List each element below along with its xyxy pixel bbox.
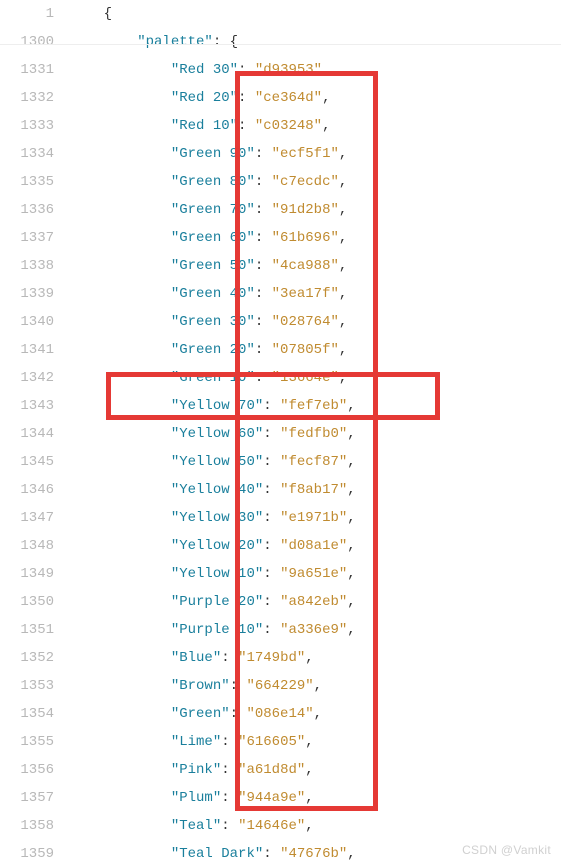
line-number: 1358 bbox=[0, 812, 70, 840]
code-line: 1354 "Green": "086e14", bbox=[0, 700, 561, 728]
line-number: 1343 bbox=[0, 392, 70, 420]
code-content: "Green 40": "3ea17f", bbox=[70, 280, 561, 308]
line-number: 1337 bbox=[0, 224, 70, 252]
code-line: 1333 "Red 10": "c03248", bbox=[0, 112, 561, 140]
code-line: 1331 "Red 30": "d93953", bbox=[0, 56, 561, 84]
code-content: "Red 20": "ce364d", bbox=[70, 84, 561, 112]
line-number: 1359 bbox=[0, 840, 70, 868]
line-number: 1341 bbox=[0, 336, 70, 364]
code-line: 1349 "Yellow 10": "9a651e", bbox=[0, 560, 561, 588]
code-content: "Yellow 60": "fedfb0", bbox=[70, 420, 561, 448]
line-number: 1336 bbox=[0, 196, 70, 224]
code-content: "Purple 10": "a336e9", bbox=[70, 616, 561, 644]
gutter-divider bbox=[0, 44, 561, 45]
line-number: 1300 bbox=[0, 28, 70, 56]
code-line: 1351 "Purple 10": "a336e9", bbox=[0, 616, 561, 644]
line-number: 1334 bbox=[0, 140, 70, 168]
code-content: "Green 20": "07805f", bbox=[70, 336, 561, 364]
code-line: 1352 "Blue": "1749bd", bbox=[0, 644, 561, 672]
line-number: 1352 bbox=[0, 644, 70, 672]
watermark: CSDN @Vamkit bbox=[462, 843, 551, 857]
code-content: "Yellow 50": "fecf87", bbox=[70, 448, 561, 476]
code-content: "Pink": "a61d8d", bbox=[70, 756, 561, 784]
code-content: "Teal": "14646e", bbox=[70, 812, 561, 840]
code-content: "Green": "086e14", bbox=[70, 700, 561, 728]
code-line: 1334 "Green 90": "ecf5f1", bbox=[0, 140, 561, 168]
code-line: 1345 "Yellow 50": "fecf87", bbox=[0, 448, 561, 476]
code-content: "Green 70": "91d2b8", bbox=[70, 196, 561, 224]
code-line: 1358 "Teal": "14646e", bbox=[0, 812, 561, 840]
code-line: 1344 "Yellow 60": "fedfb0", bbox=[0, 420, 561, 448]
code-line: 1336 "Green 70": "91d2b8", bbox=[0, 196, 561, 224]
line-number: 1340 bbox=[0, 308, 70, 336]
line-number: 1339 bbox=[0, 280, 70, 308]
line-number: 1346 bbox=[0, 476, 70, 504]
line-number: 1357 bbox=[0, 784, 70, 812]
code-line: 1347 "Yellow 30": "e1971b", bbox=[0, 504, 561, 532]
code-content: "Green 50": "4ca988", bbox=[70, 252, 561, 280]
line-number: 1342 bbox=[0, 364, 70, 392]
line-number: 1331 bbox=[0, 56, 70, 84]
code-line: 1342 "Green 10": "13664e", bbox=[0, 364, 561, 392]
line-number: 1347 bbox=[0, 504, 70, 532]
code-content: "Lime": "616605", bbox=[70, 728, 561, 756]
code-line: 1 { bbox=[0, 0, 561, 28]
code-line: 1300 "palette": { bbox=[0, 28, 561, 56]
line-number: 1338 bbox=[0, 252, 70, 280]
code-line: 1335 "Green 80": "c7ecdc", bbox=[0, 168, 561, 196]
line-number: 1345 bbox=[0, 448, 70, 476]
code-content: "Red 30": "d93953", bbox=[70, 56, 561, 84]
code-content: "Yellow 10": "9a651e", bbox=[70, 560, 561, 588]
code-content: { bbox=[70, 0, 561, 28]
line-number: 1351 bbox=[0, 616, 70, 644]
line-number: 1355 bbox=[0, 728, 70, 756]
line-number: 1356 bbox=[0, 756, 70, 784]
code-content: "palette": { bbox=[70, 28, 561, 56]
code-content: "Green 80": "c7ecdc", bbox=[70, 168, 561, 196]
code-line: 1356 "Pink": "a61d8d", bbox=[0, 756, 561, 784]
code-line: 1357 "Plum": "944a9e", bbox=[0, 784, 561, 812]
line-number: 1353 bbox=[0, 672, 70, 700]
code-line: 1346 "Yellow 40": "f8ab17", bbox=[0, 476, 561, 504]
code-content: "Yellow 20": "d08a1e", bbox=[70, 532, 561, 560]
code-line: 1350 "Purple 20": "a842eb", bbox=[0, 588, 561, 616]
code-line: 1341 "Green 20": "07805f", bbox=[0, 336, 561, 364]
line-number: 1 bbox=[0, 0, 70, 28]
code-content: "Yellow 70": "fef7eb", bbox=[70, 392, 561, 420]
code-content: "Brown": "664229", bbox=[70, 672, 561, 700]
code-content: "Yellow 30": "e1971b", bbox=[70, 504, 561, 532]
code-block: 1 {1300 "palette": {1331 "Red 30": "d939… bbox=[0, 0, 561, 868]
code-content: "Green 60": "61b696", bbox=[70, 224, 561, 252]
code-line: 1332 "Red 20": "ce364d", bbox=[0, 84, 561, 112]
line-number: 1349 bbox=[0, 560, 70, 588]
code-line: 1337 "Green 60": "61b696", bbox=[0, 224, 561, 252]
code-content: "Blue": "1749bd", bbox=[70, 644, 561, 672]
code-content: "Red 10": "c03248", bbox=[70, 112, 561, 140]
code-line: 1339 "Green 40": "3ea17f", bbox=[0, 280, 561, 308]
code-line: 1353 "Brown": "664229", bbox=[0, 672, 561, 700]
code-content: "Green 30": "028764", bbox=[70, 308, 561, 336]
line-number: 1350 bbox=[0, 588, 70, 616]
line-number: 1354 bbox=[0, 700, 70, 728]
code-content: "Yellow 40": "f8ab17", bbox=[70, 476, 561, 504]
code-line: 1355 "Lime": "616605", bbox=[0, 728, 561, 756]
code-line: 1343 "Yellow 70": "fef7eb", bbox=[0, 392, 561, 420]
line-number: 1332 bbox=[0, 84, 70, 112]
code-line: 1348 "Yellow 20": "d08a1e", bbox=[0, 532, 561, 560]
code-content: "Plum": "944a9e", bbox=[70, 784, 561, 812]
code-content: "Green 90": "ecf5f1", bbox=[70, 140, 561, 168]
code-line: 1340 "Green 30": "028764", bbox=[0, 308, 561, 336]
code-content: "Purple 20": "a842eb", bbox=[70, 588, 561, 616]
line-number: 1333 bbox=[0, 112, 70, 140]
line-number: 1335 bbox=[0, 168, 70, 196]
line-number: 1344 bbox=[0, 420, 70, 448]
code-content: "Green 10": "13664e", bbox=[70, 364, 561, 392]
code-line: 1338 "Green 50": "4ca988", bbox=[0, 252, 561, 280]
line-number: 1348 bbox=[0, 532, 70, 560]
